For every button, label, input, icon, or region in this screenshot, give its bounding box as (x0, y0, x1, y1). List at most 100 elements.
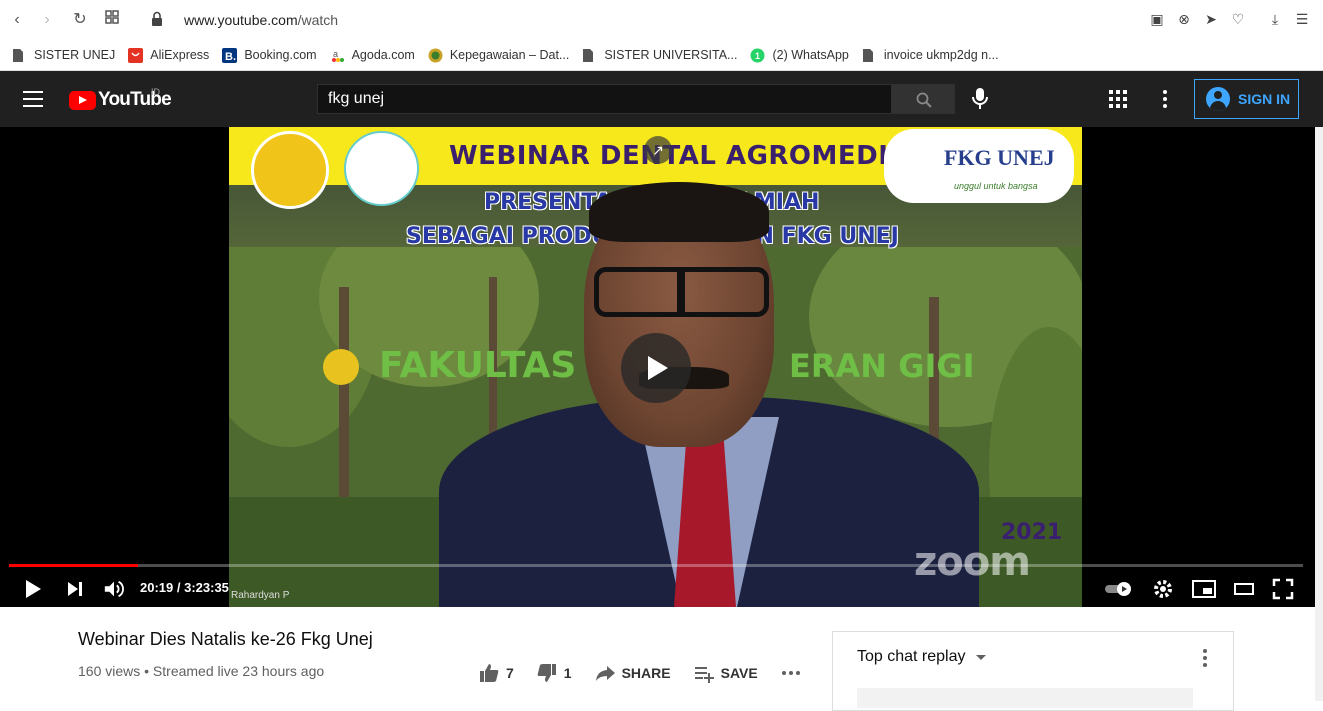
banner-title: WEBINAR DENTAL AGROMEDIS (449, 141, 908, 171)
fullscreen-icon[interactable] (1272, 578, 1294, 600)
reload-icon[interactable]: ↻ (69, 9, 91, 31)
svg-text:FAKULTAS: FAKULTAS (379, 345, 576, 386)
chevron-down-icon (975, 654, 986, 660)
apps-grid-icon[interactable] (1109, 90, 1127, 108)
chat-replay-panel: Top chat replay (832, 631, 1234, 711)
thumbs-up-icon (480, 664, 499, 682)
logo-title: FKG UNEJ (944, 145, 1055, 170)
miniplayer-icon[interactable] (1191, 578, 1217, 600)
bookmarks-bar: SISTER UNEJ AliExpress B. Booking.com a Ag… (0, 40, 1323, 71)
aliexpress-icon (128, 47, 144, 63)
big-play-button[interactable] (621, 333, 691, 403)
player-controls: 20:19 / 3:23:35 (0, 570, 1315, 606)
sign-in-label: SIGN IN (1238, 91, 1291, 107)
back-icon[interactable]: ‹ (6, 9, 28, 31)
microphone-icon[interactable] (970, 87, 990, 111)
time-current: 20:19 (140, 580, 174, 595)
autoplay-toggle-icon[interactable] (1104, 578, 1134, 600)
video-title: Webinar Dies Natalis ke-26 Fkg Unej (78, 629, 373, 649)
thumbs-down-icon (537, 664, 556, 682)
document-icon (582, 48, 596, 63)
account-icon (1206, 87, 1230, 111)
more-actions-button[interactable] (780, 662, 802, 684)
next-icon[interactable] (64, 578, 86, 600)
svg-text:ERAN GIGI: ERAN GIGI (789, 347, 975, 385)
search-button[interactable] (891, 84, 955, 114)
booking-icon: B. (222, 47, 238, 63)
fkg-unej-logo: FKG UNEJ unggul untuk bangsa (884, 129, 1074, 203)
add-to-playlist-icon (694, 667, 714, 683)
settings-gear-icon[interactable] (1152, 578, 1174, 600)
bookmark-invoice[interactable]: invoice ukmp2dg n... (862, 48, 999, 63)
browser-toolbar: ‹ › ↻ www.youtube.com/watch ▣ ⊗ ➤ ♡ ⤓ ☰ (0, 0, 1323, 40)
dislike-button[interactable]: 1 (536, 662, 572, 684)
university-seal-icon (428, 48, 443, 63)
speed-dial-icon[interactable] (101, 9, 123, 31)
forward-icon[interactable]: › (36, 9, 58, 31)
chat-mode-selector[interactable]: Top chat replay (857, 648, 986, 666)
bookmark-aliexpress[interactable]: AliExpress (128, 47, 210, 63)
settings-more-icon[interactable] (1163, 90, 1167, 108)
youtube-play-logo-icon (69, 90, 96, 110)
more-horizontal-icon (781, 671, 800, 675)
bookmark-label: AliExpress (150, 48, 210, 62)
bookmark-sister-universitas[interactable]: SISTER UNIVERSITA... (582, 48, 737, 63)
progress-bar[interactable] (9, 564, 1303, 567)
sign-in-button[interactable]: SIGN IN (1194, 79, 1299, 119)
svg-text:B.: B. (225, 51, 236, 63)
university-logo-icon (251, 131, 329, 209)
like-button[interactable]: 7 (478, 662, 514, 684)
speaker-glasses (594, 267, 769, 317)
page-scrollbar[interactable] (1315, 127, 1323, 701)
svg-text:a: a (333, 49, 338, 59)
url-path: /watch (297, 12, 339, 28)
heart-icon[interactable]: ♡ (1231, 10, 1245, 28)
chat-message-area (857, 688, 1193, 708)
agoda-icon: a (330, 48, 344, 63)
logo-tagline: unggul untuk bangsa (954, 181, 1038, 191)
bookmark-label: (2) WhatsApp (772, 48, 849, 62)
time-display: 20:19 / 3:23:35 (140, 580, 229, 595)
bookmark-label: Booking.com (244, 48, 317, 62)
dislike-count: 1 (563, 665, 572, 681)
youtube-masthead: YouTube ID SIGN IN (0, 71, 1323, 127)
browser-actions: ▣ ⊗ ➤ ♡ ⤓ ☰ (1150, 10, 1309, 28)
settings-easy-setup-icon[interactable]: ☰ (1295, 10, 1309, 28)
search-icon (916, 92, 932, 108)
chat-more-icon[interactable] (1203, 649, 1207, 667)
send-icon[interactable]: ➤ (1204, 10, 1218, 28)
bookmark-label: invoice ukmp2dg n... (883, 48, 999, 62)
menu-icon[interactable] (23, 91, 43, 107)
share-overlay-icon[interactable]: ↗ (644, 136, 672, 164)
share-button[interactable]: SHARE (594, 662, 671, 684)
document-icon (12, 48, 26, 63)
svg-text:1: 1 (755, 51, 760, 61)
search-input[interactable] (317, 84, 892, 114)
address-bar[interactable]: www.youtube.com/watch (184, 12, 338, 28)
volume-icon[interactable] (103, 578, 125, 600)
bookmark-booking[interactable]: B. Booking.com (222, 47, 317, 63)
download-icon[interactable]: ⤓ (1268, 10, 1282, 28)
play-icon[interactable] (22, 578, 44, 600)
youtube-logo[interactable]: YouTube ID (69, 87, 172, 111)
video-actions: 7 1 SHARE SAVE (478, 662, 824, 684)
whatsapp-icon: 1 (750, 48, 765, 63)
bookmark-label: Kepegawaian – Dat... (449, 48, 570, 62)
dental-agromedis-logo-icon (344, 131, 419, 206)
share-icon (595, 666, 615, 681)
video-player[interactable]: FAKULTAS ERAN GIGI WEBINAR DENTAL AGROME… (0, 127, 1315, 607)
theater-mode-icon[interactable] (1233, 578, 1255, 600)
progress-played (9, 564, 139, 567)
lock-icon (151, 11, 165, 27)
share-label: SHARE (621, 665, 671, 681)
bookmark-kepegawaian[interactable]: Kepegawaian – Dat... (428, 48, 570, 63)
bookmark-agoda[interactable]: a Agoda.com (330, 48, 415, 63)
bookmark-whatsapp[interactable]: 1 (2) WhatsApp (750, 48, 849, 63)
bookmark-sister-unej[interactable]: SISTER UNEJ (12, 48, 115, 63)
speaker-hair (589, 182, 769, 242)
shield-icon[interactable]: ⊗ (1177, 10, 1191, 28)
like-count: 7 (506, 665, 514, 681)
save-button[interactable]: SAVE (693, 662, 758, 684)
bookmark-label: SISTER UNIVERSITA... (604, 48, 738, 62)
camera-icon[interactable]: ▣ (1150, 10, 1164, 28)
